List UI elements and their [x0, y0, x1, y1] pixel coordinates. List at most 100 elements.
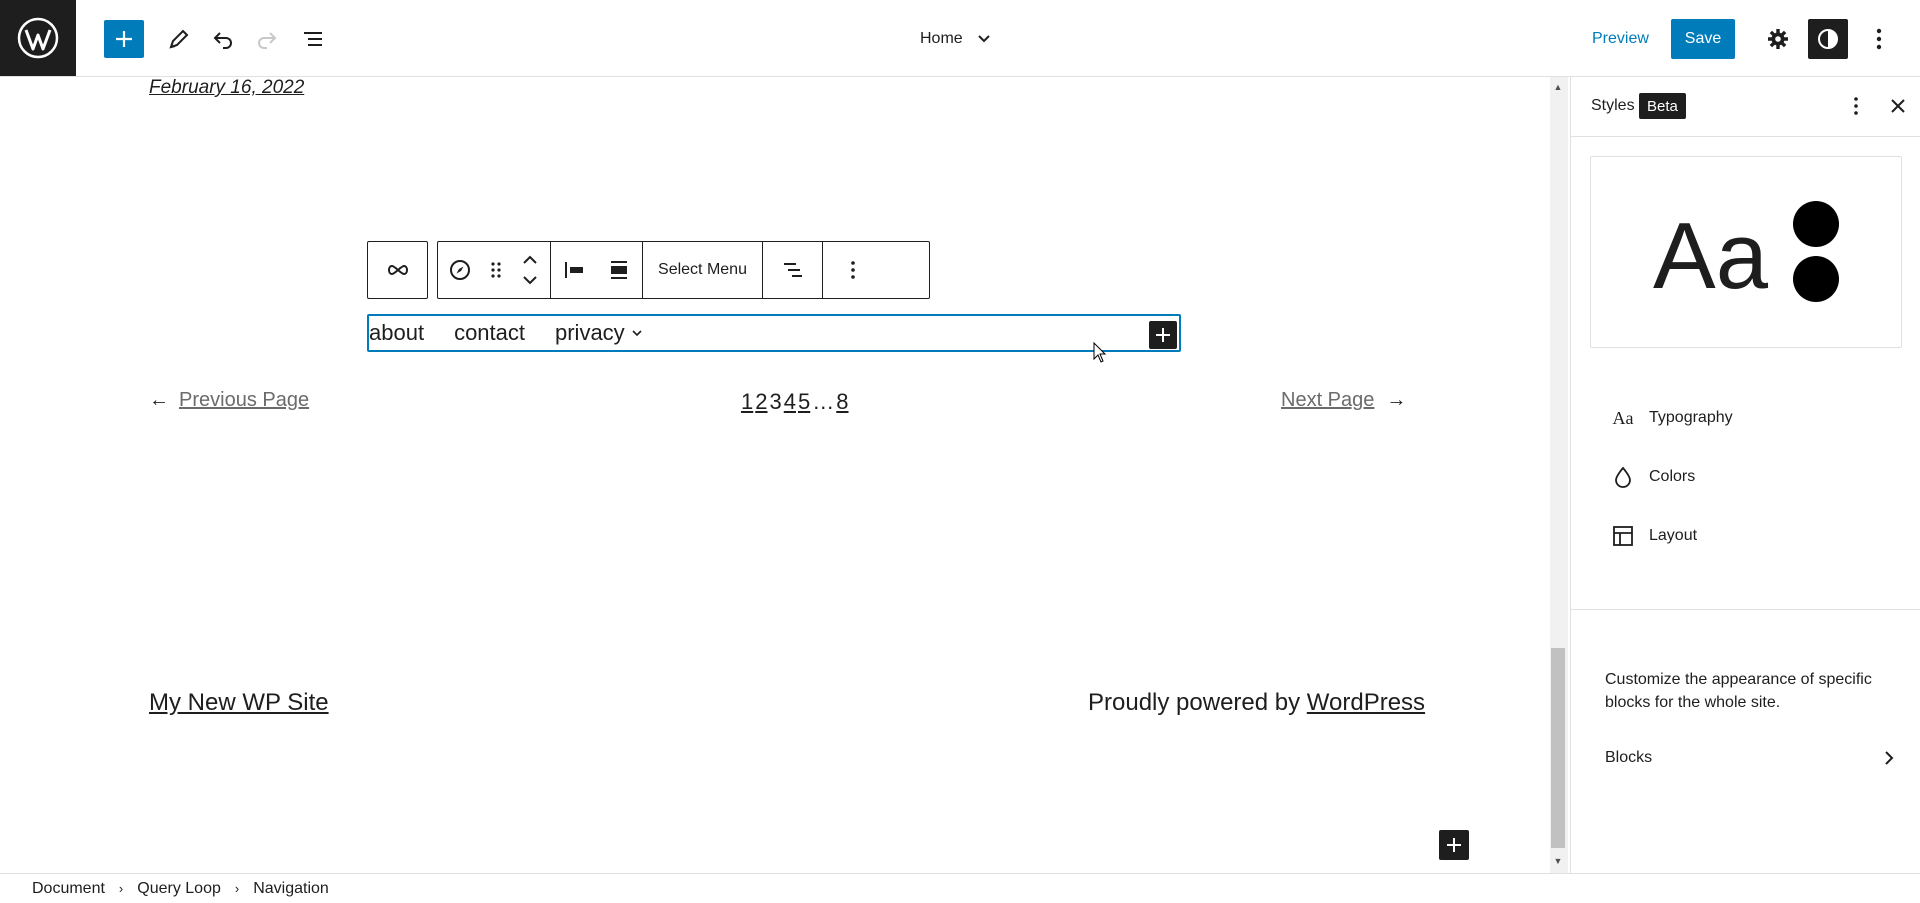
- site-title[interactable]: My New WP Site: [149, 689, 329, 717]
- chevron-right-icon: ›: [234, 881, 240, 896]
- list-view-icon: [304, 32, 322, 46]
- sidebar-divider: [1571, 609, 1920, 610]
- undo-icon: [213, 32, 232, 49]
- nav-item-privacy[interactable]: privacy: [555, 320, 643, 346]
- chevron-down-icon: [632, 330, 642, 337]
- styles-menu-colors[interactable]: Colors: [1611, 463, 1695, 491]
- options-menu-button[interactable]: [1862, 19, 1896, 59]
- document-title: Home: [920, 30, 963, 47]
- block-options-button[interactable]: [822, 242, 882, 298]
- previous-page-link[interactable]: ← Previous Page: [149, 389, 309, 412]
- justify-left-icon: [564, 262, 583, 278]
- styles-menu-layout[interactable]: Layout: [1611, 522, 1697, 550]
- menu-label: Layout: [1649, 527, 1698, 544]
- scroll-down-icon[interactable]: ▼: [1551, 854, 1565, 868]
- breadcrumb-document[interactable]: Document: [24, 880, 113, 898]
- droplet-icon: [1615, 466, 1631, 488]
- page-number-link[interactable]: 4: [783, 389, 797, 415]
- scroll-up-icon[interactable]: ▲: [1551, 80, 1565, 94]
- nav-item-label: contact: [454, 320, 525, 345]
- parent-block-toolbar-group: [367, 241, 428, 299]
- add-nav-item-button[interactable]: [1149, 321, 1177, 349]
- move-buttons: [510, 242, 550, 298]
- justify-left-button[interactable]: [550, 242, 596, 298]
- next-page-link[interactable]: Next Page →: [1281, 389, 1406, 412]
- layout-icon-wrap: [1611, 524, 1635, 548]
- blocks-label: Blocks: [1605, 749, 1653, 766]
- blocks-menu-item[interactable]: Blocks: [1605, 743, 1895, 773]
- post-date[interactable]: February 16, 2022: [149, 77, 304, 99]
- blocks-description: Customize the appearance of specific blo…: [1605, 671, 1872, 711]
- editor-canvas: February 16, 2022 Select Menu about cont…: [0, 77, 1550, 873]
- powered-by-label: Proudly powered by: [1088, 689, 1307, 716]
- close-sidebar-button[interactable]: [1885, 93, 1911, 119]
- next-page-label: Next Page: [1281, 389, 1375, 411]
- preview-button[interactable]: Preview: [1580, 20, 1661, 58]
- more-vertical-icon: [1854, 97, 1858, 115]
- previous-page-label: Previous Page: [179, 389, 310, 411]
- redo-icon: [258, 32, 277, 49]
- align-wide-icon: [611, 261, 627, 279]
- compass-icon: [450, 260, 470, 280]
- mouse-cursor-icon: [1093, 342, 1107, 363]
- breadcrumb-query-loop[interactable]: Query Loop: [129, 880, 229, 898]
- block-type-button[interactable]: [438, 242, 482, 298]
- breadcrumb-navigation[interactable]: Navigation: [245, 880, 337, 898]
- plus-icon: [116, 31, 132, 47]
- chevron-right-icon: [1885, 751, 1894, 765]
- styles-menu-typography[interactable]: Aa Typography: [1611, 404, 1733, 432]
- sidebar-options-button[interactable]: [1843, 93, 1869, 119]
- page-number-link[interactable]: 8: [835, 389, 849, 415]
- select-parent-button[interactable]: [368, 242, 427, 298]
- wordpress-logo-button[interactable]: [0, 0, 76, 76]
- contrast-icon: [1818, 29, 1838, 49]
- wordpress-icon: [17, 17, 59, 59]
- arrow-left-icon: ←: [149, 389, 169, 411]
- menu-label: Colors: [1649, 468, 1696, 485]
- add-block-inline-button[interactable]: [1439, 830, 1469, 860]
- plus-icon: [1447, 838, 1461, 852]
- justification-button[interactable]: [762, 242, 822, 298]
- page-number-link[interactable]: 2: [754, 389, 768, 415]
- chevron-right-icon: ›: [118, 881, 124, 896]
- preview-typography-sample: Aa: [1653, 203, 1768, 308]
- preview-color-dot: [1793, 256, 1839, 302]
- drag-handle-icon: [491, 262, 501, 278]
- droplet-icon-wrap: [1611, 465, 1635, 489]
- tools-edit-button[interactable]: [160, 20, 198, 58]
- page-number-link[interactable]: 5: [797, 389, 811, 415]
- navigation-block[interactable]: about contact privacy: [367, 314, 1181, 352]
- block-breadcrumb: Document › Query Loop › Navigation: [0, 873, 1920, 903]
- move-down-icon[interactable]: [522, 275, 538, 285]
- powered-by-text: Proudly powered by WordPress: [1088, 689, 1425, 717]
- settings-button[interactable]: [1758, 19, 1798, 59]
- nav-item-about[interactable]: about: [369, 320, 424, 346]
- typography-icon: Aa: [1612, 407, 1634, 428]
- editor-header: Home Preview Save: [0, 0, 1920, 77]
- layout-icon: [1613, 526, 1633, 546]
- page-number-link[interactable]: 1: [740, 389, 754, 415]
- styles-sidebar: Styles Beta Aa Aa Typography Colors Layo…: [1570, 77, 1920, 873]
- select-menu-button[interactable]: Select Menu: [642, 242, 762, 298]
- list-view-button[interactable]: [294, 20, 332, 58]
- pencil-icon: [169, 29, 189, 49]
- nav-item-contact[interactable]: contact: [454, 320, 525, 346]
- move-up-icon[interactable]: [522, 255, 538, 265]
- styles-preview[interactable]: Aa: [1590, 156, 1902, 348]
- wordpress-link[interactable]: WordPress: [1307, 689, 1425, 716]
- undo-button[interactable]: [204, 20, 242, 58]
- redo-button[interactable]: [248, 20, 286, 58]
- pagination-numbers: 1 2 3 4 5 … 8: [740, 389, 850, 415]
- add-block-button[interactable]: [104, 20, 144, 58]
- page-number-current: 3: [769, 389, 782, 414]
- wide-width-button[interactable]: [596, 242, 642, 298]
- chevron-down-icon: [977, 35, 990, 43]
- more-vertical-icon: [850, 261, 855, 279]
- styles-button[interactable]: [1808, 19, 1848, 59]
- save-button[interactable]: Save: [1671, 19, 1735, 59]
- scrollbar-thumb[interactable]: [1551, 648, 1565, 848]
- page-ellipsis: …: [812, 389, 835, 414]
- drag-handle[interactable]: [482, 242, 510, 298]
- document-title-dropdown[interactable]: Home: [920, 24, 991, 54]
- nav-item-label: about: [369, 320, 425, 345]
